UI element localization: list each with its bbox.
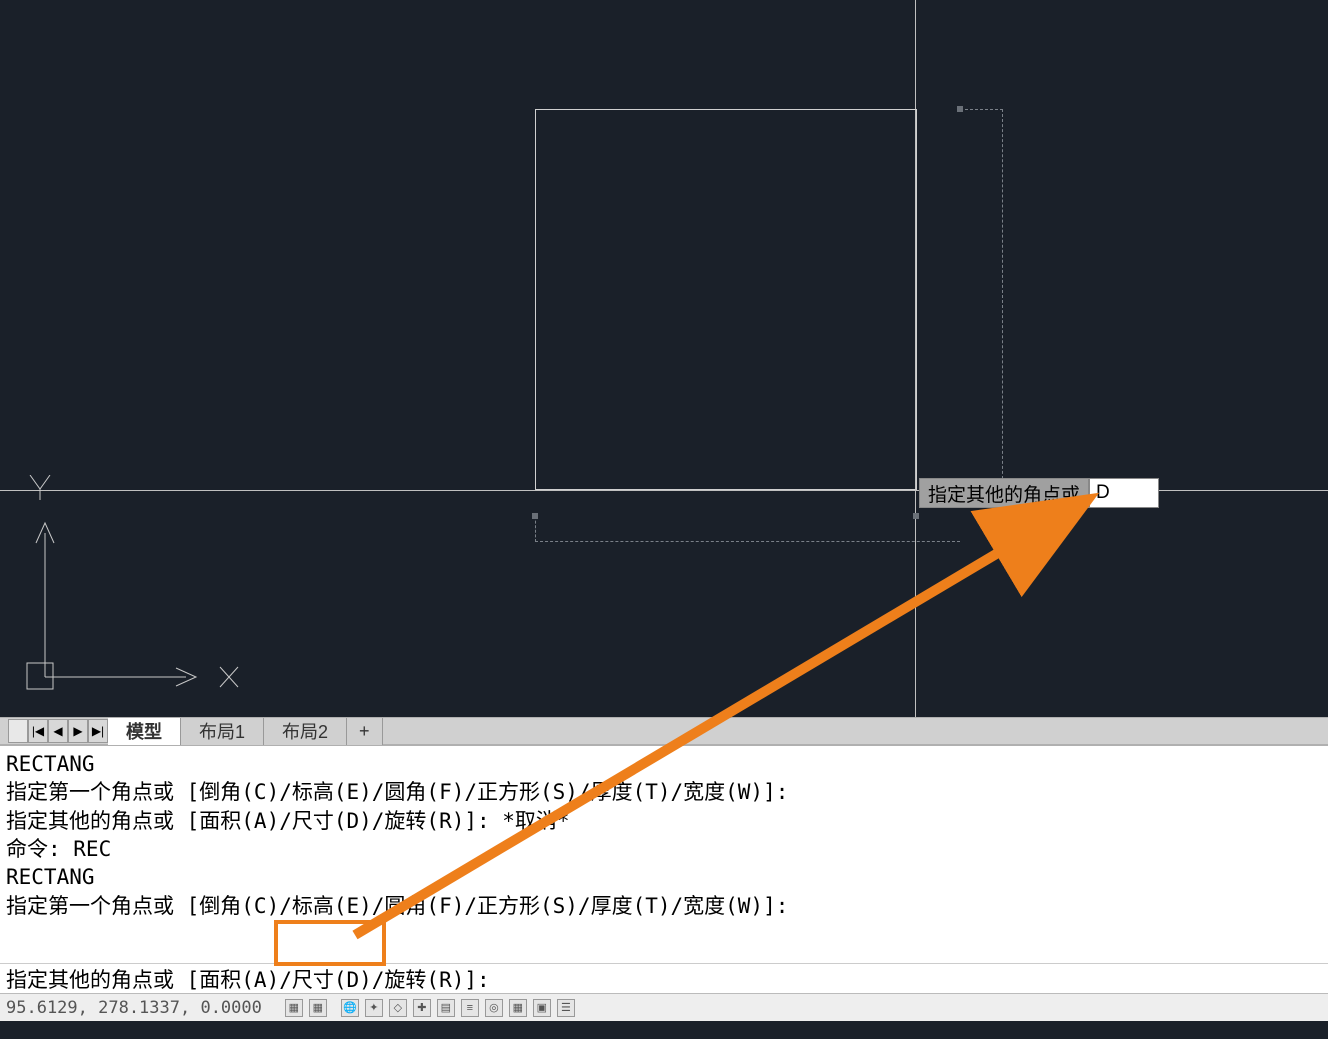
tab-model[interactable]: 模型 — [108, 718, 181, 745]
status-bar: 95.6129, 278.1337, 0.0000 ▦ ▦ 🌐 ✦ ◇ ✚ ▤ … — [0, 993, 1328, 1021]
iso-icon[interactable]: ◎ — [485, 999, 503, 1017]
command-input-text: 指定其他的角点或 [面积(A)/尺寸(D)/旋转(R)]: — [6, 964, 490, 994]
osnap-icon[interactable]: ◇ — [389, 999, 407, 1017]
tab-scroll-track[interactable] — [8, 719, 28, 743]
status-coords: 95.6129, 278.1337, 0.0000 — [6, 998, 262, 1018]
tab-nav-controls: |◀ ◀ ▶ ▶| — [8, 719, 108, 743]
rubber-band-corner — [957, 106, 963, 112]
command-history: RECTANG 指定第一个角点或 [倒角(C)/标高(E)/圆角(F)/正方形(… — [0, 745, 1328, 963]
ortho-icon[interactable]: 🌐 — [341, 999, 359, 1017]
cmd-line: 命令: REC — [6, 835, 1322, 863]
snap-mode-icon[interactable]: ▦ — [309, 999, 327, 1017]
tab-nav-prev[interactable]: ◀ — [48, 719, 68, 743]
dynamic-input-field[interactable] — [1089, 478, 1159, 508]
tab-nav-first[interactable]: |◀ — [28, 719, 48, 743]
rubber-band-corner — [913, 513, 919, 519]
ucs-icon — [26, 475, 246, 695]
drawing-canvas[interactable]: 指定其他的角点或 — [0, 0, 1328, 717]
tab-layout2[interactable]: 布局2 — [264, 718, 347, 745]
cmd-line: RECTANG — [6, 863, 1322, 891]
dynamic-input-label: 指定其他的角点或 — [919, 478, 1089, 508]
cmd-line: RECTANG — [6, 750, 1322, 778]
rubber-band-rectangle — [535, 109, 960, 516]
workspace-icon[interactable]: ▣ — [533, 999, 551, 1017]
polar-icon[interactable]: ✦ — [365, 999, 383, 1017]
lwt-icon[interactable]: ≡ — [461, 999, 479, 1017]
otrack-icon[interactable]: ✚ — [413, 999, 431, 1017]
dynamic-input-prompt: 指定其他的角点或 — [919, 478, 1159, 508]
tab-nav-next[interactable]: ▶ — [68, 719, 88, 743]
rubber-band-corner — [532, 513, 538, 519]
cmd-line: 指定其他的角点或 [面积(A)/尺寸(D)/旋转(R)]: *取消* — [6, 807, 1322, 835]
grid-display-icon[interactable]: ▦ — [509, 999, 527, 1017]
annotation-icon[interactable]: ☰ — [557, 999, 575, 1017]
tab-layout1[interactable]: 布局1 — [181, 718, 264, 745]
dyn-icon[interactable]: ▤ — [437, 999, 455, 1017]
cmd-line: 指定第一个角点或 [倒角(C)/标高(E)/圆角(F)/正方形(S)/厚度(T)… — [6, 892, 1322, 920]
tab-add[interactable]: + — [347, 718, 383, 745]
cmd-line: 指定第一个角点或 [倒角(C)/标高(E)/圆角(F)/正方形(S)/厚度(T)… — [6, 778, 1322, 806]
command-input-row[interactable]: 指定其他的角点或 [面积(A)/尺寸(D)/旋转(R)]: — [0, 963, 1328, 993]
tab-nav-last[interactable]: ▶| — [88, 719, 108, 743]
grid-mode-icon[interactable]: ▦ — [285, 999, 303, 1017]
layout-tab-strip: |◀ ◀ ▶ ▶| 模型 布局1 布局2 + — [0, 717, 1328, 745]
